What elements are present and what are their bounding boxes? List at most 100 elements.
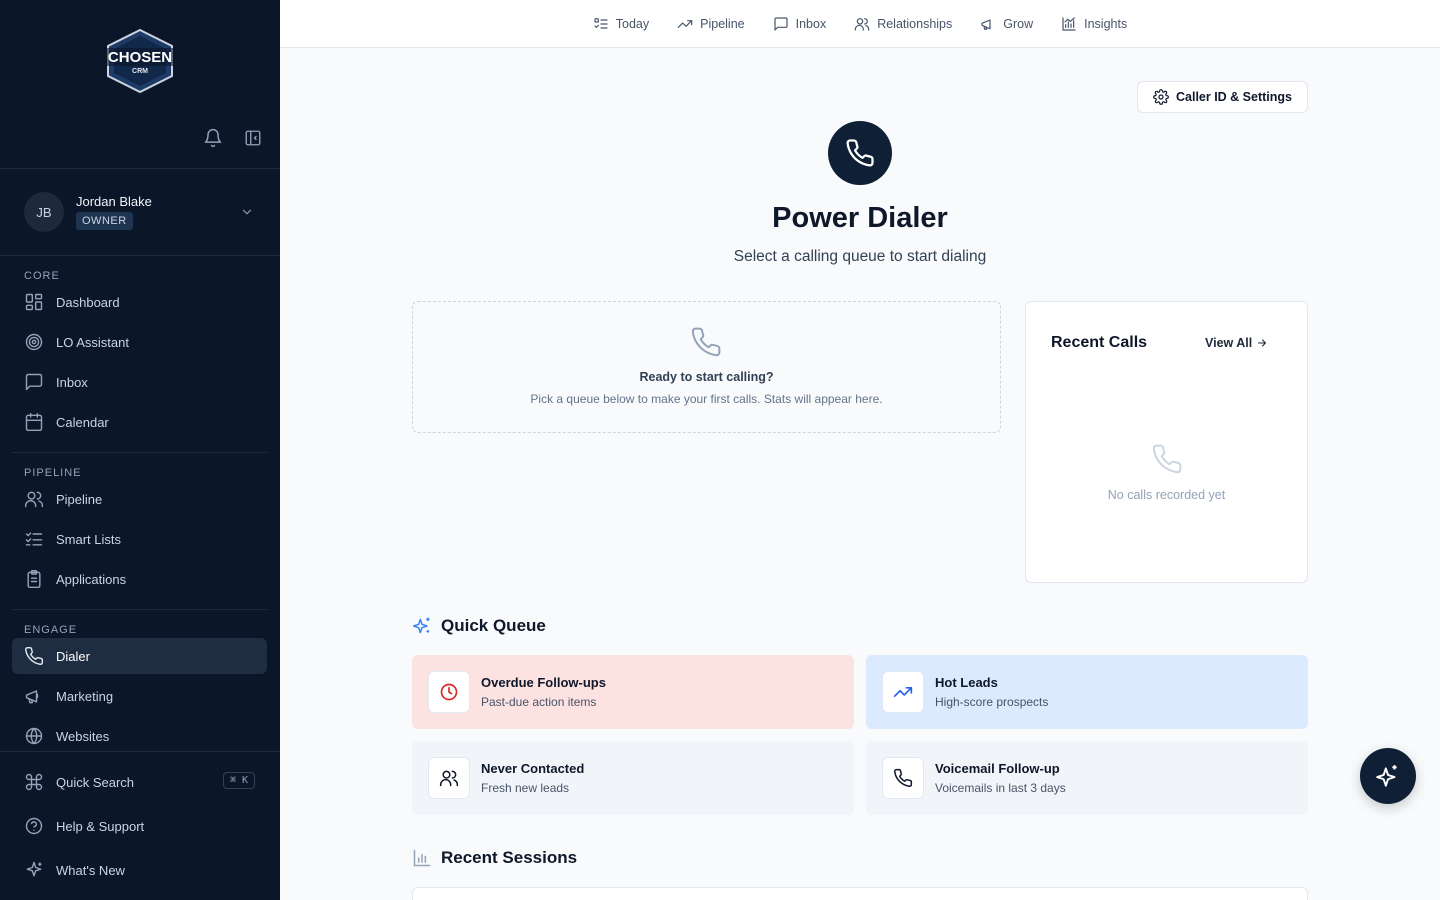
sidebar-whats-new[interactable]: What's New: [12, 852, 267, 888]
sidebar-item-label: Pipeline: [56, 492, 103, 507]
users-icon: [24, 489, 44, 509]
users-icon: [428, 757, 470, 799]
quick-queue-heading: Quick Queue: [412, 616, 546, 636]
user-name: Jordan Blake: [76, 194, 152, 209]
queue-card-sub: Fresh new leads: [481, 781, 570, 795]
chevron-down-icon[interactable]: [240, 205, 254, 219]
sidebar-divider: [0, 255, 280, 256]
sidebar-item-label: Marketing: [56, 689, 114, 704]
sidebar-item-inbox[interactable]: Inbox: [12, 364, 267, 400]
sidebar-item-label: Inbox: [56, 375, 88, 390]
list-todo-icon: [593, 16, 609, 32]
sidebar-item-smart-lists[interactable]: Smart Lists: [12, 521, 267, 557]
user-menu[interactable]: JB Jordan Blake OWNER: [24, 192, 264, 232]
sidebar-item-marketing[interactable]: Marketing: [12, 678, 267, 714]
phone-icon: [882, 757, 924, 799]
bell-icon[interactable]: [203, 128, 223, 148]
tab-relationships[interactable]: Relationships: [854, 16, 952, 32]
view-all-link[interactable]: View All: [1205, 336, 1268, 350]
collapse-sidebar-icon[interactable]: [244, 129, 262, 147]
help-circle-icon: [24, 816, 44, 836]
sidebar-help-support[interactable]: Help & Support: [12, 808, 267, 844]
caller-id-settings-button[interactable]: Caller ID & Settings: [1137, 81, 1308, 113]
sidebar-item-websites[interactable]: Websites: [12, 718, 267, 754]
caller-id-settings-label: Caller ID & Settings: [1176, 90, 1292, 104]
phone-icon: [1151, 443, 1183, 475]
queue-card-title: Overdue Follow-ups: [481, 675, 606, 690]
arrow-right-icon: [1256, 337, 1268, 349]
target-icon: [24, 332, 44, 352]
sidebar-item-label: Dashboard: [56, 295, 120, 310]
queue-card-voicemail[interactable]: Voicemail Follow-up Voicemails in last 3…: [866, 741, 1308, 815]
list-checks-icon: [24, 529, 44, 549]
queue-card-title: Hot Leads: [935, 675, 998, 690]
tab-inbox[interactable]: Inbox: [773, 16, 827, 32]
brand-logo[interactable]: CHOSEN CRM: [100, 28, 180, 94]
queue-card-sub: Past-due action items: [481, 695, 597, 709]
sidebar-item-label: Quick Search: [56, 775, 135, 790]
sidebar-item-label: Websites: [56, 729, 110, 744]
tab-today[interactable]: Today: [593, 16, 649, 32]
tab-pipeline[interactable]: Pipeline: [677, 16, 745, 32]
sidebar-item-lo-assistant[interactable]: LO Assistant: [12, 324, 267, 360]
sparkles-icon: [412, 616, 432, 636]
chart-icon: [1061, 16, 1077, 32]
tab-insights[interactable]: Insights: [1061, 16, 1127, 32]
sidebar-item-calendar[interactable]: Calendar: [12, 404, 267, 440]
gear-icon: [1153, 89, 1169, 105]
sidebar-item-label: Help & Support: [56, 819, 145, 834]
sidebar-item-label: LO Assistant: [56, 335, 129, 350]
tab-label: Insights: [1084, 16, 1128, 31]
tab-label: Grow: [1003, 16, 1034, 31]
user-role-badge: OWNER: [76, 212, 133, 230]
page-subtitle: Select a calling queue to start dialing: [733, 248, 987, 265]
users-icon: [854, 16, 870, 32]
queue-card-title: Voicemail Follow-up: [935, 761, 1060, 776]
ai-assistant-button[interactable]: [1360, 748, 1416, 804]
sidebar: CHOSEN CRM JB Jordan Blake OWNER CORE Da…: [0, 0, 280, 900]
tab-label: Today: [615, 16, 650, 31]
sidebar-divider: [0, 168, 280, 169]
queue-card-sub: Voicemails in last 3 days: [935, 781, 1066, 795]
sidebar-item-label: Smart Lists: [56, 532, 122, 547]
clipboard-icon: [24, 569, 44, 589]
sidebar-item-pipeline[interactable]: Pipeline: [12, 481, 267, 517]
sparkle-icon: [24, 860, 44, 880]
recent-sessions-panel: [412, 887, 1308, 900]
queue-card-never-contacted[interactable]: Never Contacted Fresh new leads: [412, 741, 854, 815]
trending-up-icon: [677, 16, 693, 32]
sidebar-quick-search[interactable]: Quick Search ⌘ K: [12, 764, 267, 800]
recent-calls-title: Recent Calls: [1051, 334, 1148, 351]
queue-card-overdue[interactable]: Overdue Follow-ups Past-due action items: [412, 655, 854, 729]
brand-sub: CRM: [132, 68, 148, 75]
megaphone-icon: [980, 16, 996, 32]
sidebar-item-dialer[interactable]: Dialer: [12, 638, 267, 674]
tab-grow[interactable]: Grow: [980, 16, 1033, 32]
calendar-icon: [24, 412, 44, 432]
bar-chart-icon: [412, 848, 432, 868]
message-icon: [24, 372, 44, 392]
sidebar-item-label: Dialer: [56, 649, 90, 664]
page-title: Power Dialer: [772, 202, 948, 234]
sidebar-divider: [0, 751, 280, 752]
sidebar-divider: [12, 609, 267, 610]
recent-sessions-heading: Recent Sessions: [412, 848, 577, 868]
keyboard-shortcut: ⌘ K: [222, 772, 255, 789]
section-engage: ENGAGE: [24, 624, 78, 636]
tab-label: Relationships: [877, 16, 953, 31]
megaphone-icon: [24, 686, 44, 706]
phone-icon: [24, 646, 44, 666]
avatar: JB: [24, 192, 64, 232]
tab-label: Pipeline: [700, 16, 745, 31]
sidebar-item-dashboard[interactable]: Dashboard: [12, 284, 267, 320]
sidebar-item-applications[interactable]: Applications: [12, 561, 267, 597]
sidebar-item-label: Calendar: [56, 415, 109, 430]
queue-card-hot-leads[interactable]: Hot Leads High-score prospects: [866, 655, 1308, 729]
clock-icon: [428, 671, 470, 713]
dashboard-icon: [24, 292, 44, 312]
sidebar-item-label: What's New: [56, 863, 125, 878]
recent-calls-empty: No calls recorded yet: [1107, 488, 1226, 502]
phone-icon: [828, 121, 892, 185]
tab-label: Inbox: [795, 16, 827, 31]
sidebar-item-label: Applications: [56, 572, 127, 587]
